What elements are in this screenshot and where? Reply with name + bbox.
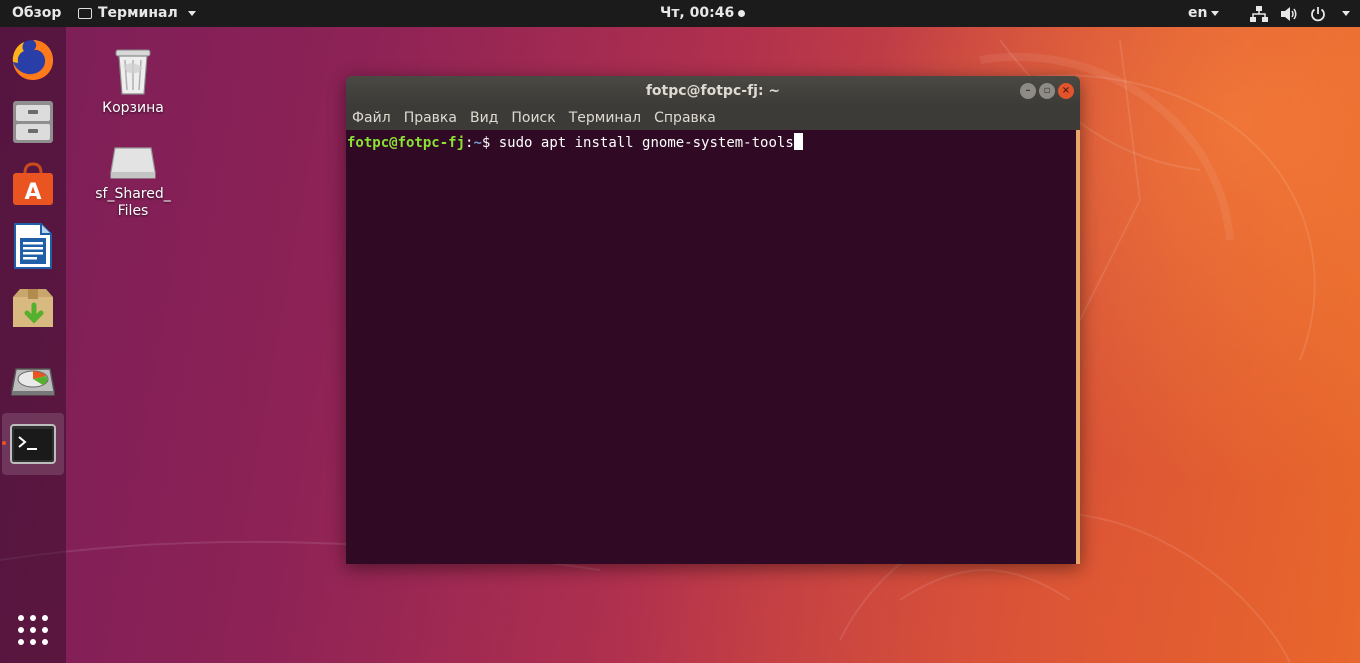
- clock[interactable]: Чт, 00:46: [660, 0, 746, 27]
- desktop-icon-label: Корзина: [102, 100, 164, 116]
- desktop-icon-shared-files[interactable]: sf_Shared_ Files: [88, 144, 178, 220]
- box-download-icon: [13, 289, 53, 327]
- maximize-icon[interactable]: ▫: [1039, 83, 1055, 99]
- system-menu[interactable]: [1250, 0, 1350, 27]
- dock: A: [0, 27, 66, 663]
- command-text: sudo apt install gnome-system-tools: [498, 135, 794, 151]
- window-title: fotpc@fotpc-fj: ~: [645, 83, 781, 99]
- drive-icon: [110, 147, 156, 179]
- text-cursor: [793, 133, 803, 150]
- trash-icon: [115, 49, 151, 95]
- menu-view[interactable]: Вид: [470, 110, 498, 126]
- terminal-output[interactable]: fotpc@fotpc-fj:~$ sudo apt install gnome…: [346, 130, 1080, 564]
- firefox-icon: [12, 40, 54, 80]
- desktop: Обзор Терминал Чт, 00:46 en A Корзина sf…: [0, 0, 1360, 663]
- menu-help[interactable]: Справка: [654, 110, 716, 126]
- app-menu[interactable]: Терминал: [78, 0, 196, 27]
- menu-terminal[interactable]: Терминал: [569, 110, 641, 126]
- window-titlebar[interactable]: fotpc@fotpc-fj: ~ – ▫ ×: [346, 76, 1080, 106]
- running-indicator: [2, 441, 6, 445]
- document-icon: [14, 223, 52, 269]
- activities-button[interactable]: Обзор: [12, 0, 61, 27]
- svg-text:A: A: [24, 180, 41, 205]
- dock-item-disk[interactable]: [2, 351, 64, 413]
- dock-item-terminal[interactable]: [2, 413, 64, 475]
- power-icon: [1311, 6, 1325, 21]
- file-cabinet-icon: [13, 101, 53, 143]
- prompt-symbol: $: [481, 135, 499, 151]
- language-label: en: [1188, 5, 1208, 21]
- chevron-down-icon: [187, 11, 196, 16]
- terminal-prompt-line: fotpc@fotpc-fj:~$ sudo apt install gnome…: [347, 133, 1079, 151]
- top-bar: Обзор Терминал Чт, 00:46 en: [0, 0, 1360, 27]
- terminal-menubar: Файл Правка Вид Поиск Терминал Справка: [346, 106, 1080, 130]
- clock-label: Чт, 00:46: [660, 5, 735, 21]
- network-icon: [1250, 5, 1268, 22]
- show-applications-button[interactable]: [2, 599, 64, 661]
- terminal-window[interactable]: fotpc@fotpc-fj: ~ – ▫ × Файл Правка Вид …: [346, 76, 1080, 564]
- dock-item-software[interactable]: A: [2, 153, 64, 215]
- desktop-icon-trash[interactable]: Корзина: [88, 46, 178, 117]
- close-icon[interactable]: ×: [1058, 83, 1074, 99]
- desktop-icon-label-line2: Files: [117, 203, 149, 219]
- chevron-down-icon: [1342, 11, 1350, 16]
- prompt-user: fotpc@fotpc-fj: [347, 135, 466, 151]
- menu-edit[interactable]: Правка: [404, 110, 457, 126]
- terminal-scrollbar[interactable]: [1076, 130, 1080, 564]
- shopping-bag-icon: A: [13, 162, 53, 205]
- desktop-icon-label-line1: sf_Shared_: [95, 186, 171, 202]
- minimize-icon[interactable]: –: [1020, 83, 1036, 99]
- menu-file[interactable]: Файл: [352, 110, 391, 126]
- app-menu-label: Терминал: [98, 5, 178, 21]
- terminal-icon: [10, 424, 56, 464]
- prompt-path: ~: [473, 135, 482, 151]
- dock-item-archive[interactable]: [2, 277, 64, 339]
- chevron-down-icon: [1211, 10, 1220, 16]
- dock-item-files[interactable]: [2, 91, 64, 153]
- volume-icon: [1281, 6, 1297, 21]
- dock-item-firefox[interactable]: [2, 29, 64, 91]
- notification-dot-icon: [738, 10, 746, 17]
- menu-search[interactable]: Поиск: [511, 110, 555, 126]
- language-menu[interactable]: en: [1188, 0, 1220, 27]
- terminal-mini-icon: [78, 8, 92, 19]
- grid-icon: [18, 615, 48, 645]
- dock-item-writer[interactable]: [2, 215, 64, 277]
- window-controls: – ▫ ×: [1020, 83, 1074, 99]
- disk-icon: [11, 368, 55, 396]
